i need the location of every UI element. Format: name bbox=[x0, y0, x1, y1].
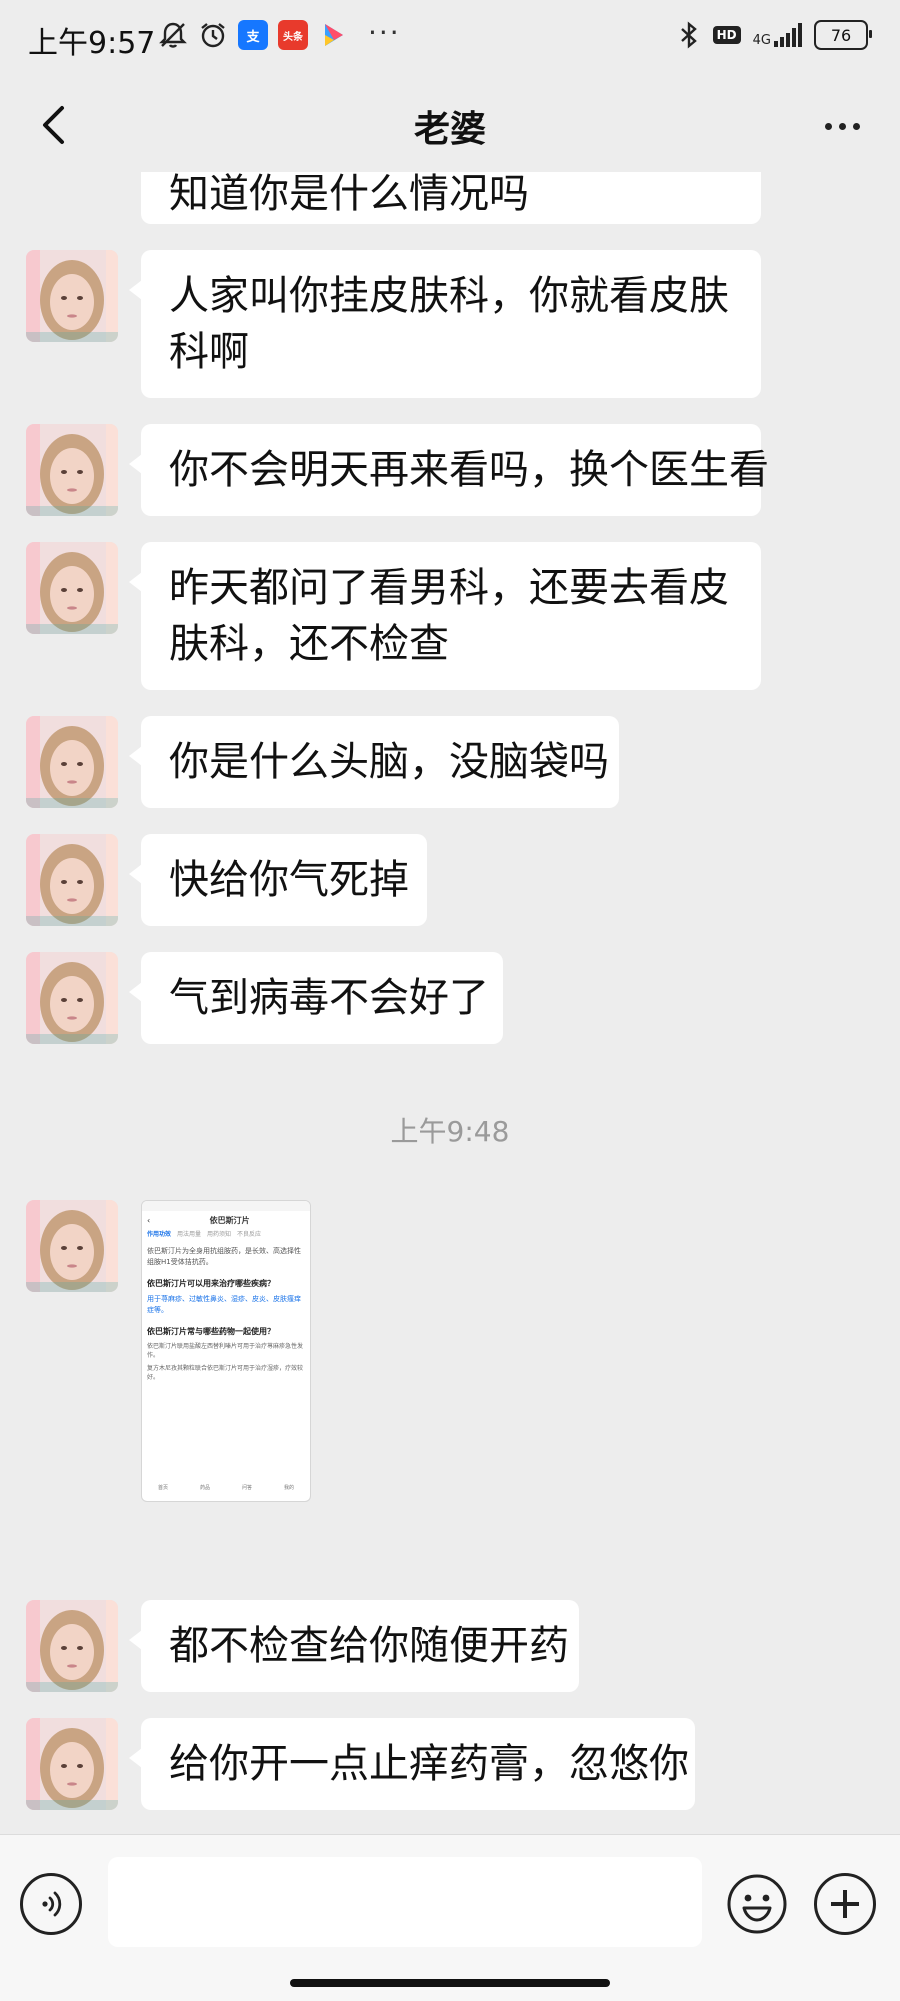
avatar[interactable] bbox=[26, 542, 118, 634]
avatar-photo bbox=[26, 424, 118, 516]
avatar[interactable] bbox=[26, 250, 118, 342]
thumb-tab: 作用功效 bbox=[147, 1231, 172, 1238]
message-bubble[interactable]: 你是什么头脑，没脑袋吗 bbox=[129, 716, 619, 808]
more-options-icon[interactable] bbox=[814, 108, 870, 144]
avatar[interactable] bbox=[26, 424, 118, 516]
avatar-photo bbox=[26, 1600, 118, 1692]
avatar-photo bbox=[26, 834, 118, 926]
thumb-nav-item: 药品 bbox=[199, 1485, 210, 1491]
chat-messages[interactable]: 知道你是什么情况吗 人家叫你挂皮肤科，你就看皮肤科啊 你不会明天再来看吗，换个医… bbox=[0, 172, 900, 1834]
thumb-nav-item: 问答 bbox=[241, 1485, 252, 1491]
status-time: 上午9:57 bbox=[28, 26, 156, 61]
avatar[interactable] bbox=[26, 1200, 118, 1292]
message-text: 快给你气死掉 bbox=[169, 857, 409, 903]
thumb-title-bar: ‹ 依巴斯汀片 bbox=[142, 1211, 310, 1229]
message-text: 人家叫你挂皮肤科，你就看皮肤科啊 bbox=[169, 273, 729, 375]
avatar[interactable] bbox=[26, 716, 118, 808]
thumb-title: 依巴斯汀片 bbox=[209, 1215, 250, 1225]
avatar[interactable] bbox=[26, 1718, 118, 1810]
network-indicator: 4G bbox=[753, 23, 802, 47]
thumb-question: 依巴斯汀片可以用来治疗哪些疾病？ bbox=[147, 1279, 275, 1288]
voice-icon bbox=[42, 1891, 62, 1917]
thumb-bullet: 依巴斯汀片联用盐酸左西替利嗪片可用于治疗荨麻疹急性发作。 bbox=[147, 1343, 304, 1359]
network-type: 4G bbox=[752, 33, 771, 48]
alarm-icon bbox=[201, 23, 225, 48]
home-indicator bbox=[290, 1979, 610, 1987]
message-text: 昨天都问了看男科，还要去看皮肤科，还不检查 bbox=[169, 565, 729, 667]
signal-icon bbox=[774, 23, 802, 47]
avatar[interactable] bbox=[26, 1600, 118, 1692]
message-text: 你是什么头脑，没脑袋吗 bbox=[169, 739, 609, 785]
thumb-bottom-nav: 首页 药品 问答 我的 bbox=[142, 1484, 310, 1491]
message-bubble[interactable]: 给你开一点止痒药膏，忽悠你 bbox=[129, 1718, 695, 1810]
status-more-indicator: ··· bbox=[368, 16, 401, 49]
status-app-icons: 支 头条 bbox=[158, 20, 348, 50]
message-text: 气到病毒不会好了 bbox=[169, 975, 489, 1021]
hd-badge: HD bbox=[712, 26, 741, 44]
thumb-back-icon: ‹ bbox=[147, 1215, 151, 1225]
alipay-icon: 支 bbox=[238, 20, 268, 50]
message-bubble[interactable]: 昨天都问了看男科，还要去看皮肤科，还不检查 bbox=[129, 542, 761, 690]
mute-bell-icon bbox=[159, 22, 187, 48]
message-text: 给你开一点止痒药膏，忽悠你 bbox=[169, 1741, 689, 1787]
avatar-photo bbox=[26, 250, 118, 342]
more-functions-button[interactable] bbox=[814, 1873, 876, 1935]
message-bubble[interactable]: 都不检查给你随便开药 bbox=[129, 1600, 579, 1692]
thumb-tab: 用法用量 bbox=[177, 1231, 202, 1238]
avatar-photo bbox=[26, 1718, 118, 1810]
voice-input-button[interactable] bbox=[20, 1873, 82, 1935]
avatar[interactable] bbox=[26, 952, 118, 1044]
avatar-photo bbox=[26, 716, 118, 808]
avatar-photo bbox=[26, 952, 118, 1044]
message-input[interactable] bbox=[108, 1857, 702, 1947]
battery-icon: 76 bbox=[814, 20, 872, 50]
avatar-photo bbox=[26, 1200, 118, 1292]
thumb-tab: 不良反应 bbox=[237, 1231, 262, 1238]
status-right-icons: HD 4G 76 bbox=[677, 20, 872, 50]
thumb-bullet: 复方木尼孜其颗粒联合依巴斯汀片可用于治疗湿疹，疗效较好。 bbox=[147, 1365, 304, 1381]
chat-header: 老婆 bbox=[0, 80, 900, 172]
message-bubble[interactable]: 你不会明天再来看吗，换个医生看 bbox=[129, 424, 769, 516]
video-app-icon bbox=[325, 24, 343, 46]
emoji-button[interactable] bbox=[726, 1873, 788, 1935]
message-bubble[interactable]: 气到病毒不会好了 bbox=[129, 952, 503, 1044]
thumb-tab: 用药须知 bbox=[207, 1231, 232, 1238]
chat-title: 老婆 bbox=[413, 109, 486, 150]
avatar[interactable] bbox=[26, 834, 118, 926]
status-bar: 上午9:57 支 头条 ··· HD 4G 76 bbox=[0, 0, 900, 80]
message-timestamp: 上午9:48 bbox=[390, 1115, 510, 1148]
thumb-nav-item: 我的 bbox=[283, 1485, 294, 1491]
image-message[interactable]: ‹ 依巴斯汀片 作用功效 用法用量 用药须知 不良反应 依巴斯汀片为全身用抗组胺… bbox=[141, 1200, 311, 1502]
message-bubble[interactable]: 快给你气死掉 bbox=[129, 834, 427, 926]
message-text: 知道你是什么情况吗 bbox=[169, 172, 529, 217]
avatar-photo bbox=[26, 542, 118, 634]
message-input-bar bbox=[0, 1834, 900, 2001]
thumb-question: 依巴斯汀片常与哪些药物一起使用？ bbox=[147, 1327, 275, 1336]
thumb-tabs: 作用功效 用法用量 用药须知 不良反应 bbox=[142, 1229, 310, 1238]
message-bubble[interactable]: 知道你是什么情况吗 bbox=[141, 172, 761, 224]
bluetooth-icon bbox=[680, 21, 697, 49]
toutiao-icon: 头条 bbox=[278, 20, 308, 50]
thumb-answer: 用于荨麻疹、过敏性鼻炎、湿疹、皮炎、皮肤瘙痒症等。 bbox=[147, 1295, 301, 1314]
message-bubble[interactable]: 人家叫你挂皮肤科，你就看皮肤科啊 bbox=[129, 250, 761, 398]
thumb-intro: 依巴斯汀片为全身用抗组胺药，是长效、高选择性组胺H1受体拮抗药。 bbox=[147, 1247, 301, 1266]
message-text: 都不检查给你随便开药 bbox=[169, 1623, 569, 1669]
thumb-nav-item: 首页 bbox=[157, 1485, 168, 1491]
message-text: 你不会明天再来看吗，换个医生看 bbox=[169, 447, 769, 493]
